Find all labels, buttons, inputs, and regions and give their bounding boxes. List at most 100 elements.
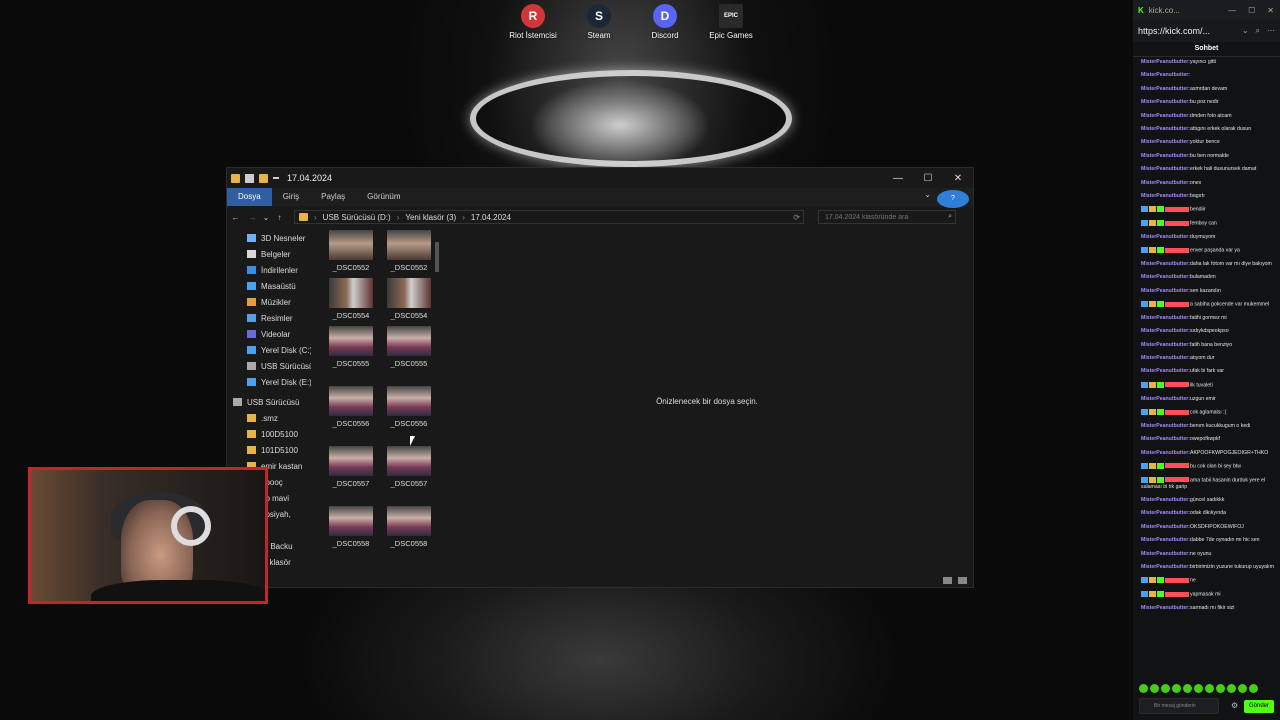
chat-username[interactable]: MisterPeanutbutter: xyxy=(1141,72,1190,78)
chat-username[interactable]: MisterPeanutbutter: xyxy=(1141,113,1190,119)
nav-item[interactable]: Resimler xyxy=(227,310,311,326)
chat-username[interactable]: MisterPeanutbutter: xyxy=(1141,139,1190,145)
nav-item[interactable]: USB Sürücüsü xyxy=(227,394,311,410)
breadcrumb-drive[interactable]: USB Sürücüsü (D:) xyxy=(323,213,391,222)
chat-username[interactable]: MisterPeanutbutter: xyxy=(1141,524,1190,530)
chat-username[interactable]: MisterPeanutbutter: xyxy=(1141,551,1190,557)
desktop-icon[interactable]: EPIC Epic Games xyxy=(703,4,759,40)
desktop-icon[interactable]: R Riot İstemcisi xyxy=(505,4,561,40)
back-arrow-icon[interactable]: ← xyxy=(227,213,244,222)
minimize-button[interactable]: — xyxy=(1228,6,1236,15)
emote-icon[interactable] xyxy=(1150,684,1159,693)
chevron-down-icon[interactable]: ⌄ xyxy=(924,186,931,204)
properties-icon[interactable] xyxy=(245,173,254,183)
nav-item[interactable]: 101D5100 xyxy=(227,442,311,458)
nav-item[interactable]: Müzikler xyxy=(227,294,311,310)
minimize-button[interactable]: — xyxy=(883,173,913,184)
help-icon[interactable]: ? xyxy=(937,190,969,208)
chat-username[interactable]: MisterPeanutbutter: xyxy=(1141,328,1190,334)
new-folder-icon[interactable] xyxy=(259,173,268,183)
nav-item[interactable]: Yerel Disk (C:) xyxy=(227,342,311,358)
browser-tab[interactable]: K kick.co... — ☐ ✕ xyxy=(1133,0,1280,20)
nav-item[interactable]: 3D Nesneler xyxy=(227,230,311,246)
nav-item[interactable]: Videolar xyxy=(227,326,311,342)
nav-item[interactable]: 100D5100 xyxy=(227,426,311,442)
nav-item[interactable]: .smz xyxy=(227,410,311,426)
emote-icon[interactable] xyxy=(1194,684,1203,693)
file-thumbnail[interactable]: _DSC0554 xyxy=(327,278,375,320)
close-button[interactable]: ✕ xyxy=(1267,6,1274,15)
emote-icon[interactable] xyxy=(1238,684,1247,693)
chat-username[interactable]: MisterPeanutbutter: xyxy=(1141,126,1190,132)
tab-gorunum[interactable]: Görünüm xyxy=(356,188,411,206)
search-input[interactable] xyxy=(823,212,942,222)
chat-username[interactable]: MisterPeanutbutter: xyxy=(1141,450,1190,456)
maximize-button[interactable]: ☐ xyxy=(1248,6,1255,15)
close-button[interactable]: ✕ xyxy=(943,173,973,184)
file-thumbnail[interactable]: _DSC0555 xyxy=(327,326,375,368)
file-list-scrollbar[interactable] xyxy=(433,230,441,573)
file-thumbnail[interactable]: _DSC0558 xyxy=(385,506,433,548)
emote-icon[interactable] xyxy=(1139,684,1148,693)
chat-username[interactable]: MisterPeanutbutter: xyxy=(1141,355,1190,361)
chat-username[interactable]: MisterPeanutbutter: xyxy=(1141,153,1190,159)
chevron-down-icon[interactable]: ⌄ xyxy=(1242,26,1249,36)
more-icon[interactable]: ⋯ xyxy=(1267,26,1275,36)
file-thumbnail[interactable]: _DSC0556 xyxy=(327,386,375,428)
chat-username[interactable]: MisterPeanutbutter: xyxy=(1141,274,1190,280)
nav-item[interactable]: Belgeler xyxy=(227,246,311,262)
chat-username[interactable]: MisterPeanutbutter: xyxy=(1141,497,1190,503)
file-thumbnail[interactable]: _DSC0552 xyxy=(327,230,375,272)
file-thumbnail[interactable]: _DSC0558 xyxy=(327,506,375,548)
gear-icon[interactable]: ⚙ xyxy=(1231,701,1238,710)
emote-icon[interactable] xyxy=(1216,684,1225,693)
recent-dropdown-icon[interactable]: ⌄ xyxy=(261,213,271,222)
file-thumbnail[interactable]: _DSC0557 xyxy=(327,446,375,488)
emote-icon[interactable] xyxy=(1172,684,1181,693)
file-thumbnail[interactable]: _DSC0557 xyxy=(385,446,433,488)
emote-icon[interactable] xyxy=(1227,684,1236,693)
breadcrumb-current[interactable]: 17.04.2024 xyxy=(471,213,511,222)
emote-icon[interactable] xyxy=(1161,684,1170,693)
chat-username[interactable]: MisterPeanutbutter: xyxy=(1141,368,1190,374)
nav-item[interactable]: Masaüstü xyxy=(227,278,311,294)
send-button[interactable]: Gönder xyxy=(1244,700,1274,713)
emote-icon[interactable] xyxy=(1249,684,1258,693)
file-thumbnail[interactable]: _DSC0552 xyxy=(385,230,433,272)
chat-username[interactable]: MisterPeanutbutter: xyxy=(1141,166,1190,172)
search-box[interactable]: ⌕ xyxy=(818,210,956,224)
chat-username[interactable]: MisterPeanutbutter: xyxy=(1141,288,1190,294)
customize-toolbar-icon[interactable] xyxy=(273,177,279,179)
desktop-icon[interactable]: D Discord xyxy=(637,4,693,40)
chat-username[interactable]: MisterPeanutbutter: xyxy=(1141,261,1190,267)
chat-username[interactable]: MisterPeanutbutter: xyxy=(1141,180,1190,186)
maximize-button[interactable]: ☐ xyxy=(913,173,943,184)
chat-input[interactable]: Bir mesaj gönderin xyxy=(1139,698,1219,714)
details-view-icon[interactable] xyxy=(943,576,952,584)
zoom-icon[interactable]: ⌕ xyxy=(1256,26,1260,36)
chat-username[interactable]: MisterPeanutbutter: xyxy=(1141,234,1190,240)
tab-paylas[interactable]: Paylaş xyxy=(310,188,356,206)
desktop-icon[interactable]: S Steam xyxy=(571,4,627,40)
chat-username[interactable]: MisterPeanutbutter: xyxy=(1141,315,1190,321)
search-icon[interactable]: ⌕ xyxy=(948,213,955,221)
emote-icon[interactable] xyxy=(1183,684,1192,693)
chat-username[interactable]: MisterPeanutbutter: xyxy=(1141,537,1190,543)
chat-username[interactable]: MisterPeanutbutter: xyxy=(1141,423,1190,429)
file-thumbnail[interactable]: _DSC0556 xyxy=(385,386,433,428)
chat-username[interactable]: MisterPeanutbutter: xyxy=(1141,99,1190,105)
chat-username[interactable]: MisterPeanutbutter: xyxy=(1141,564,1190,570)
chat-username[interactable]: MisterPeanutbutter: xyxy=(1141,396,1190,402)
nav-item[interactable]: USB Sürücüsü xyxy=(227,358,311,374)
file-thumbnail[interactable]: _DSC0554 xyxy=(385,278,433,320)
chat-username[interactable]: MisterPeanutbutter: xyxy=(1141,436,1190,442)
chat-username[interactable]: MisterPeanutbutter: xyxy=(1141,193,1190,199)
up-arrow-icon[interactable]: ↑ xyxy=(271,213,288,222)
large-icons-view-icon[interactable] xyxy=(958,576,967,584)
breadcrumb-folder[interactable]: Yeni klasör (3) xyxy=(405,213,456,222)
nav-item[interactable]: İndirilenler xyxy=(227,262,311,278)
emote-icon[interactable] xyxy=(1205,684,1214,693)
chat-username[interactable]: MisterPeanutbutter: xyxy=(1141,510,1190,516)
file-thumbnail[interactable]: _DSC0555 xyxy=(385,326,433,368)
tab-giris[interactable]: Giriş xyxy=(272,188,310,206)
